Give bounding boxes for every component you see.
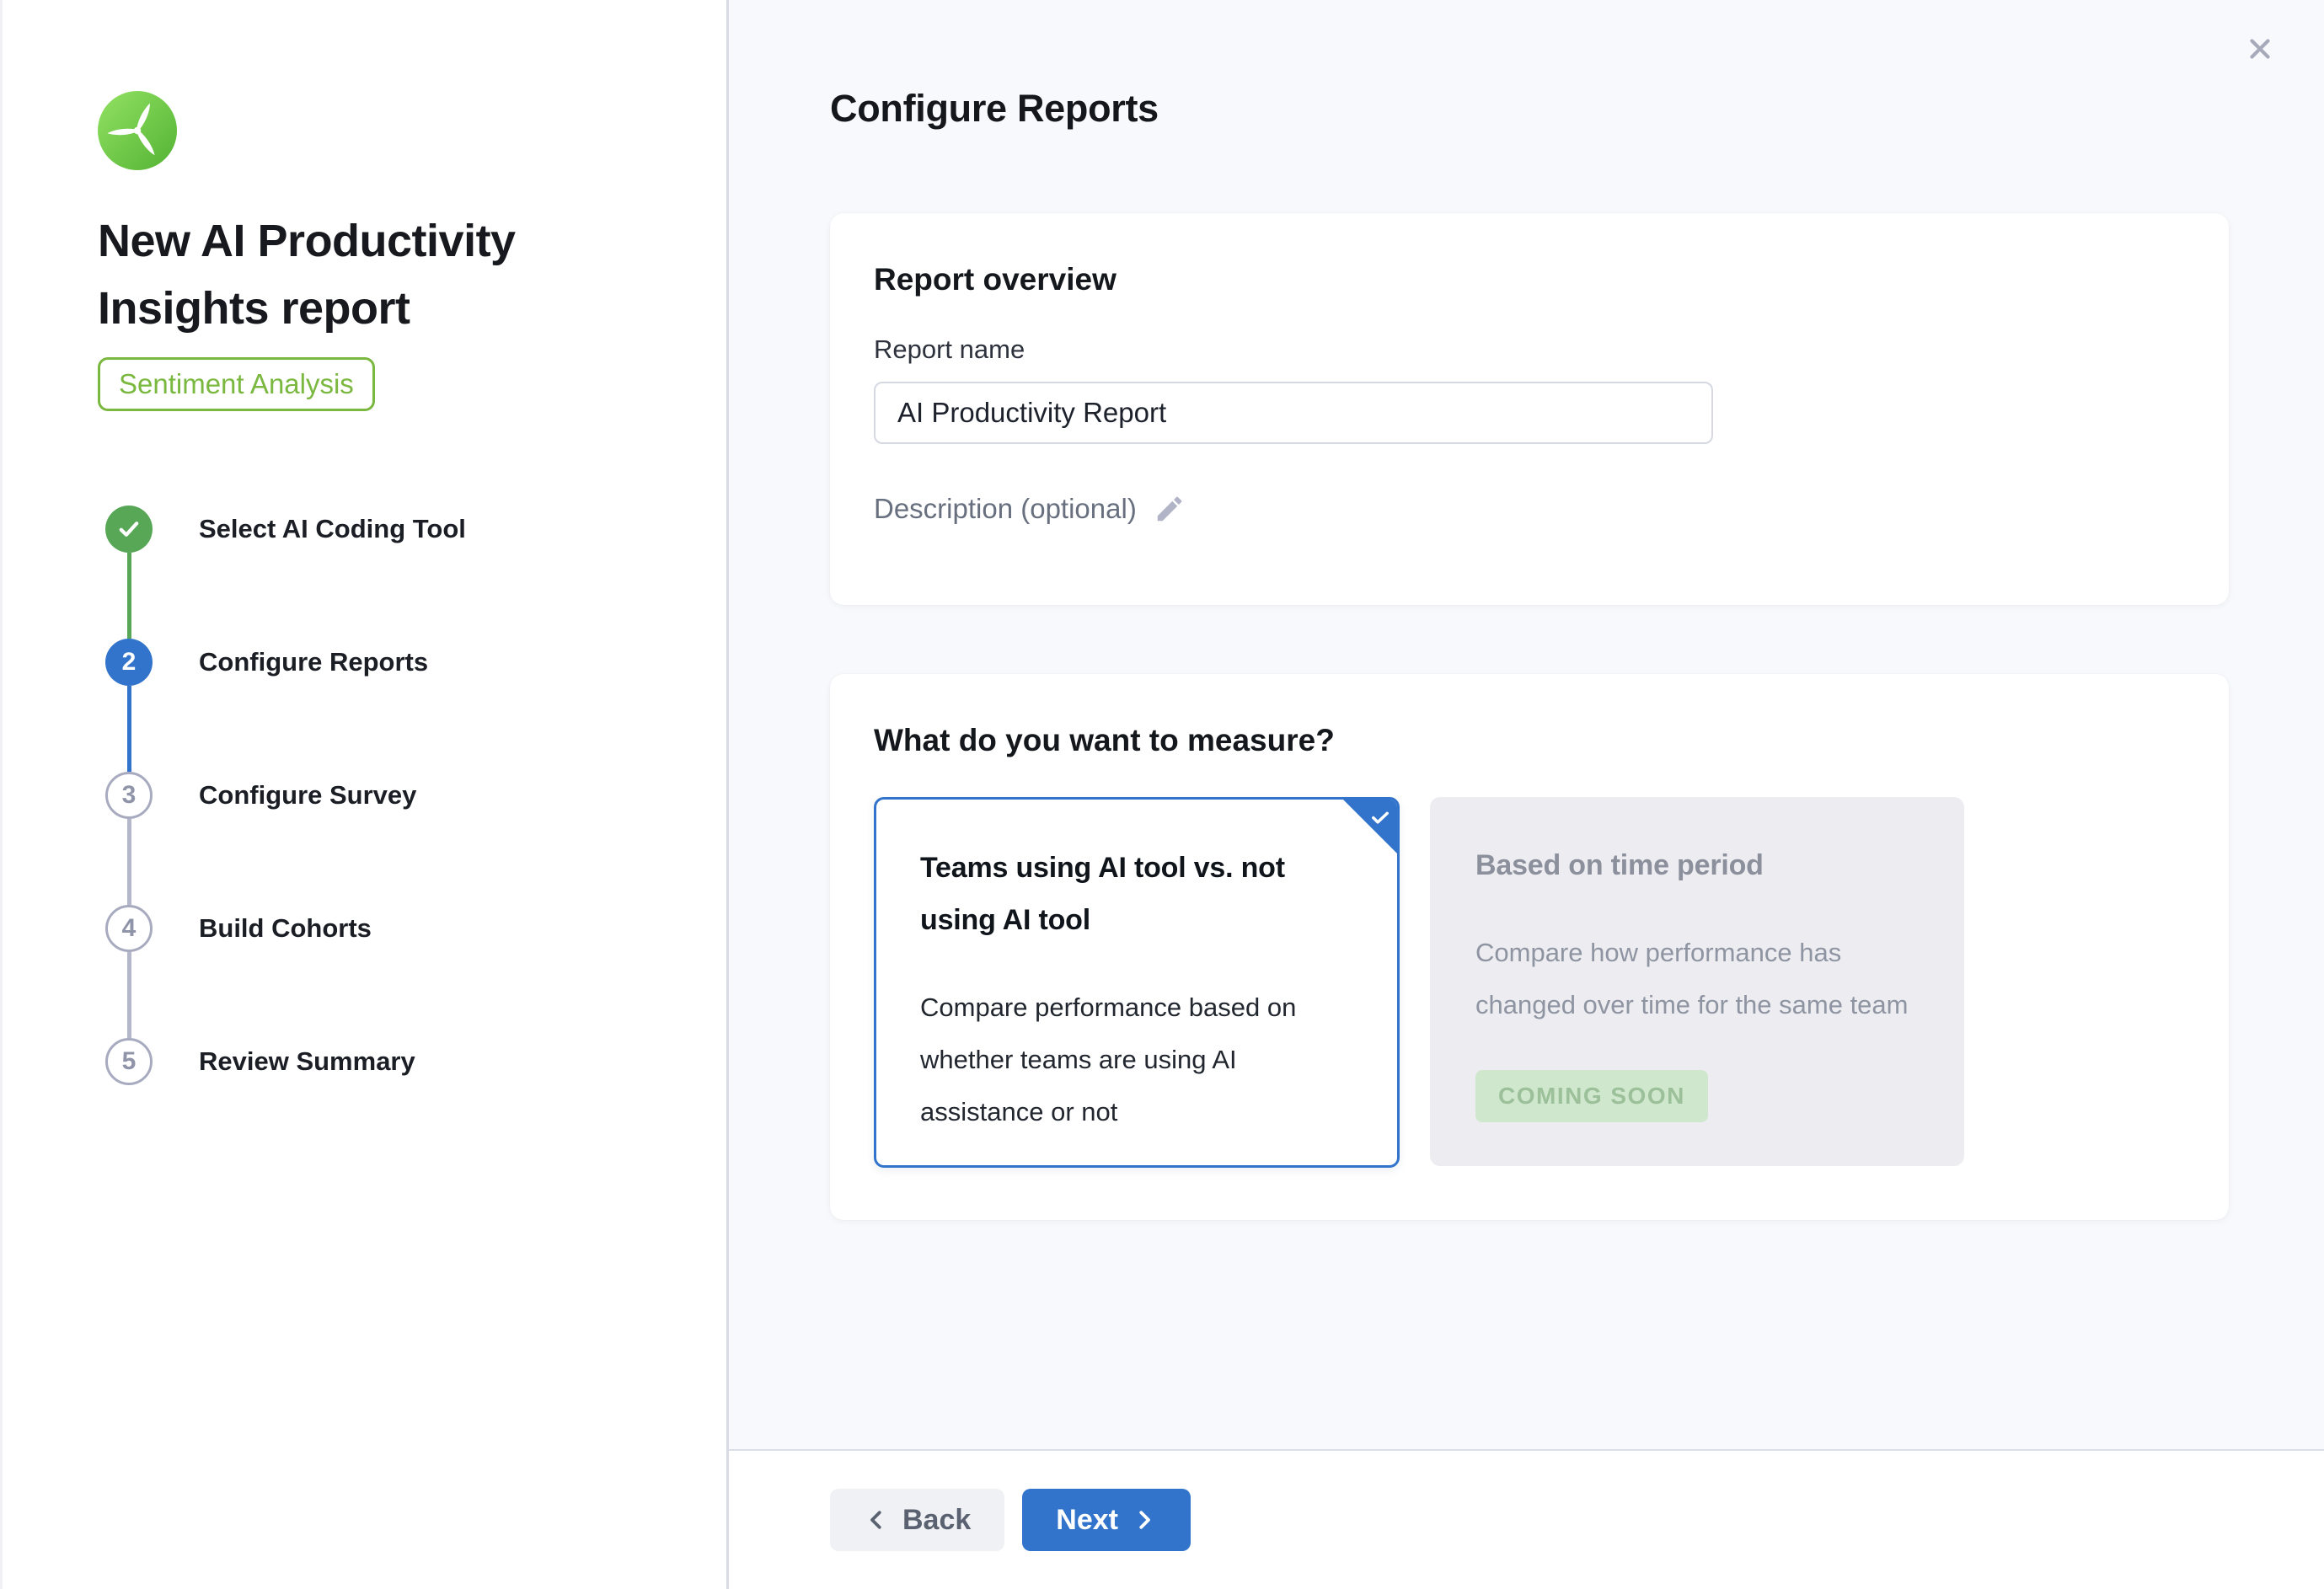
- measure-card: What do you want to measure? Teams using…: [830, 674, 2229, 1220]
- report-overview-card: Report overview Report name Description …: [830, 213, 2229, 605]
- stepper-step-configure-reports[interactable]: 2 Configure Reports: [105, 639, 466, 686]
- back-button[interactable]: Back: [830, 1489, 1004, 1551]
- wizard-title: New AI Productivity Insights report: [98, 207, 688, 342]
- step-circle-active: 2: [105, 639, 153, 686]
- wizard-footer: Back Next: [729, 1449, 2324, 1589]
- option-description: Compare performance based on whether tea…: [920, 982, 1353, 1138]
- measure-heading: What do you want to measure?: [874, 723, 2185, 758]
- back-button-label: Back: [902, 1504, 971, 1537]
- option-description: Compare how performance has changed over…: [1475, 927, 1919, 1031]
- next-button-label: Next: [1056, 1504, 1118, 1537]
- step-label: Configure Survey: [199, 780, 416, 811]
- configure-reports-panel: Configure Reports Report overview Report…: [729, 0, 2324, 1589]
- report-name-label: Report name: [874, 334, 2185, 365]
- pencil-icon[interactable]: [1154, 493, 1186, 525]
- stepper-step-select-ai-coding-tool[interactable]: Select AI Coding Tool: [105, 506, 466, 553]
- app-logo-propeller-icon: [98, 91, 177, 170]
- stepper-step-build-cohorts[interactable]: 4 Build Cohorts: [105, 905, 466, 952]
- description-optional-label: Description (optional): [874, 493, 1137, 525]
- option-based-on-time-period: Based on time period Compare how perform…: [1430, 797, 1964, 1166]
- report-type-badge: Sentiment Analysis: [98, 357, 375, 411]
- step-circle-upcoming: 4: [105, 905, 153, 952]
- option-title: Based on time period: [1475, 839, 1919, 891]
- report-name-input[interactable]: [874, 382, 1713, 444]
- step-circle-completed: [105, 506, 153, 553]
- page-title: Configure Reports: [830, 87, 1159, 131]
- close-icon[interactable]: [2241, 30, 2278, 67]
- coming-soon-badge: COMING SOON: [1475, 1070, 1708, 1122]
- step-label: Select AI Coding Tool: [199, 514, 466, 544]
- step-label: Configure Reports: [199, 647, 428, 677]
- description-row[interactable]: Description (optional): [874, 493, 2185, 525]
- step-label: Review Summary: [199, 1046, 415, 1077]
- chevron-left-icon: [864, 1507, 889, 1533]
- option-teams-using-ai-vs-not[interactable]: Teams using AI tool vs. not using AI too…: [874, 797, 1400, 1168]
- step-circle-upcoming: 3: [105, 772, 153, 819]
- step-circle-upcoming: 5: [105, 1038, 153, 1085]
- check-icon: [1368, 805, 1392, 829]
- stepper-step-configure-survey[interactable]: 3 Configure Survey: [105, 772, 466, 819]
- stepper-step-review-summary[interactable]: 5 Review Summary: [105, 1038, 466, 1085]
- check-icon: [115, 515, 143, 543]
- report-overview-heading: Report overview: [874, 262, 2185, 297]
- next-button[interactable]: Next: [1022, 1489, 1191, 1551]
- wizard-stepper: Select AI Coding Tool 2 Configure Report…: [105, 506, 466, 1085]
- wizard-sidebar: New AI Productivity Insights report Sent…: [0, 0, 729, 1589]
- measure-options: Teams using AI tool vs. not using AI too…: [874, 797, 2185, 1168]
- step-label: Build Cohorts: [199, 913, 372, 944]
- chevron-right-icon: [1132, 1507, 1157, 1533]
- option-title: Teams using AI tool vs. not using AI too…: [920, 842, 1353, 946]
